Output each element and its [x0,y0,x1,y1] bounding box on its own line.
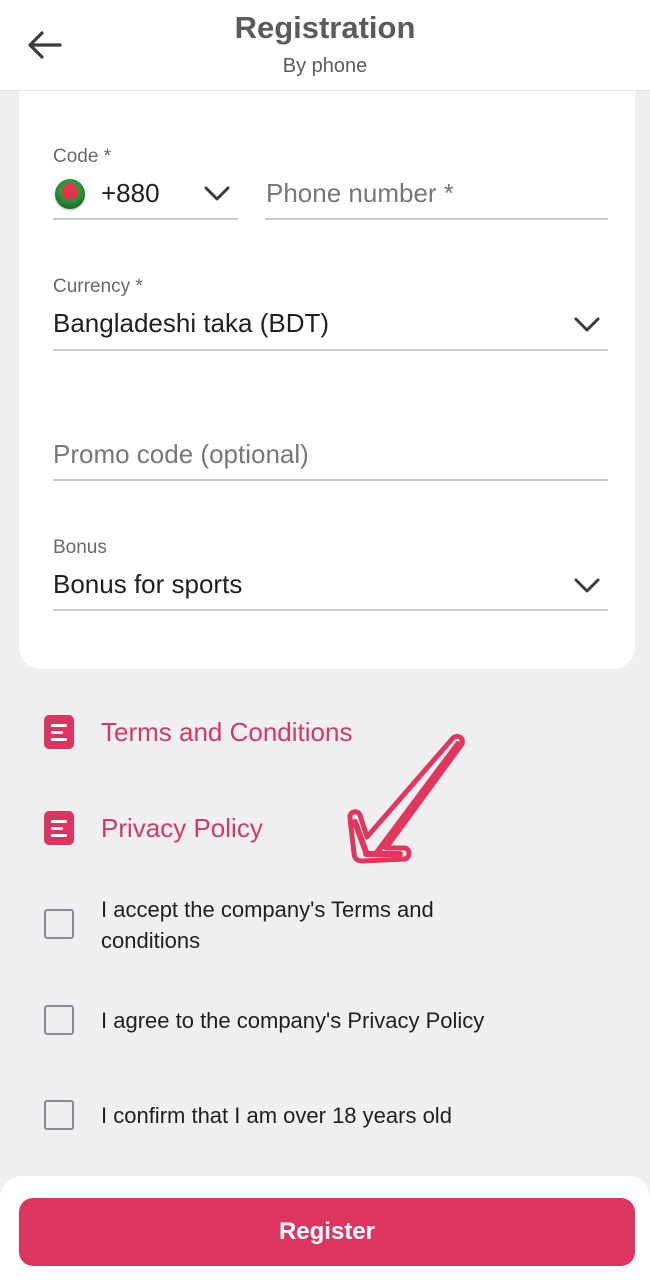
privacy-link-label: Privacy Policy [101,812,263,843]
chevron-down-icon [572,571,602,601]
page-subtitle: By phone [282,55,368,77]
register-button[interactable]: Register [19,1198,635,1266]
bangladesh-flag-icon [55,179,85,209]
confirm-age-label: I confirm that I am over 18 years old [101,1103,452,1128]
currency-value: Bangladeshi taka (BDT) [53,308,330,338]
confirm-age-row[interactable]: I confirm that I am over 18 years old [44,1100,604,1134]
terms-link[interactable]: Terms and Conditions [44,712,352,752]
registration-form-card: Code * +880 Phone number * Currency * Ba… [19,91,635,669]
promo-placeholder: Promo code (optional) [53,439,309,469]
app-header: Registration By phone [0,0,650,91]
agree-privacy-row[interactable]: I agree to the company's Privacy Policy [44,1005,604,1039]
code-value: +880 [101,178,160,208]
agree-privacy-checkbox[interactable] [44,1005,74,1035]
bottom-action-bar: Register [0,1176,650,1280]
promo-underline [53,479,608,481]
accept-terms-checkbox[interactable] [44,909,74,939]
bonus-label: Bonus [53,537,107,558]
bonus-underline [53,609,608,611]
document-icon [44,715,74,749]
agree-privacy-label: I agree to the company's Privacy Policy [101,1008,485,1033]
chevron-down-icon [572,310,602,340]
currency-underline [53,349,608,351]
phone-placeholder: Phone number * [266,178,454,208]
document-icon [44,811,74,845]
accept-terms-label: I accept the company's Terms and conditi… [101,897,434,953]
annotation-arrow-icon [347,733,465,864]
code-label: Code * [53,146,112,167]
chevron-down-icon [202,179,232,209]
bonus-value: Bonus for sports [53,569,243,599]
terms-link-label: Terms and Conditions [101,716,353,747]
page-title: Registration [234,10,416,45]
accept-terms-row[interactable]: I accept the company's Terms and conditi… [44,894,604,958]
currency-label: Currency * [53,276,143,297]
privacy-link[interactable]: Privacy Policy [44,808,263,848]
code-underline [53,218,238,220]
confirm-age-checkbox[interactable] [44,1100,74,1130]
phone-underline [265,218,608,220]
